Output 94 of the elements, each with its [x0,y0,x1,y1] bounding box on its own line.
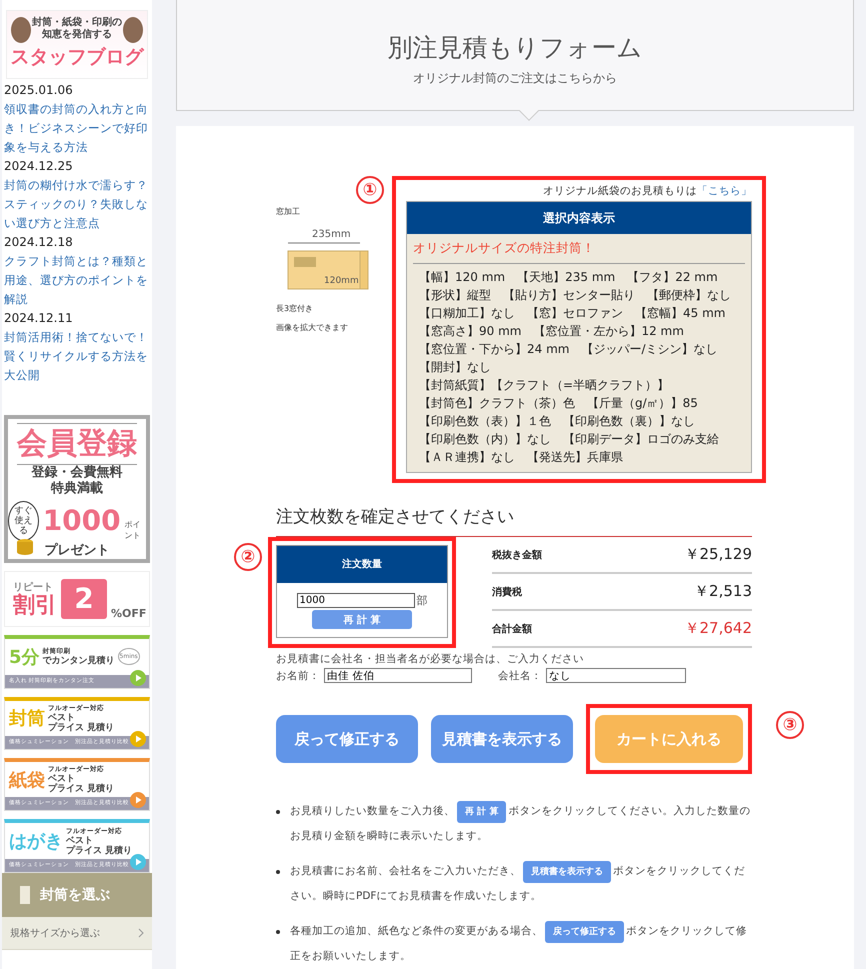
spec-line: 【口糊加工】なし 【窓】セロファン 【窓幅】45 mm [419,305,726,322]
field-label: お名前： [276,668,320,682]
callout-number: ① [356,176,384,204]
points-unit: ポイント [124,518,142,541]
paper-bag-note: オリジナル紙袋のお見積もりは「こちら」 [542,184,752,198]
spec-line: 【窓位置・下から】24 mm 【ジッパー/ミシン】なし [419,341,719,358]
banner-main-text: プライス 見積り [48,722,114,733]
banner-title: 会員登録 [17,422,137,465]
blog-banner[interactable]: 封筒・紙袋・印刷の 知恵を発信する スタッフブログ [6,10,148,79]
banner-text: 登録・会費無料 [32,464,122,481]
here-link[interactable]: 「こちら」 [697,185,752,197]
instruction-text: 各種加工の追加、紙色など条件の変更がある場合、 戻って修正する ボタンをクリックして修正をお願いいたします。 [290,919,752,969]
post-link[interactable]: 領収書の封筒の入れ方と向き！ビジネスシーンで好印象を与える方法 [4,100,150,157]
post-link[interactable]: 封筒活用術！捨てないで！賢くリサイクルする方法を大公開 [4,328,150,385]
quantity-field[interactable]: 1000 [296,593,414,608]
banner-text: リピート [13,580,54,593]
quantity-title: 注文数量 [277,546,447,583]
spec-line: 【開封】なし [419,359,492,376]
banner-sub-text: ベスト [48,774,76,784]
price-label: 税抜き金額 [492,548,542,562]
price-label: 消費税 [492,586,522,598]
action-button[interactable]: 戻って修正する [276,715,418,763]
play-icon [130,670,146,686]
banner-text: 封筒・紙袋・印刷の [32,17,122,28]
inline-button[interactable]: 戻って修正する [545,921,624,943]
selection-headline: オリジナルサイズの特注封筒！ [413,240,745,264]
envelope-icon [20,886,30,904]
image-caption: 長3窓付き [276,303,314,314]
spec-line: 【印刷色数（内）】なし 【印刷データ】ロゴのみ支給 [419,431,720,448]
spec-line: 【封筒紙質】【クラフト（=半晒クラフト）】 [419,377,670,394]
banner-text: プレゼント [44,542,110,559]
banner-text: 特典満載 [51,480,103,497]
price-value: ￥25,129 [684,545,752,564]
instruction-text: お見積書にお名前、会社名をご入力いただき、 見積書を表示する ボタンをクリックしてください。瞬時にPDFにてお見積書を作成いたします。 [290,859,752,909]
banner-main-text: プライス 見積り [48,784,114,794]
unit-label: 部 [416,593,428,608]
envelope-diagram[interactable]: 235mm 120mm [276,227,372,297]
inline-button[interactable]: 見積書を表示する [523,861,611,883]
company-field[interactable]: なし [546,668,686,683]
name-field[interactable]: 由佳 佐伯 [324,668,472,683]
post-date: 2024.12.25 [4,158,74,175]
play-icon [130,731,146,747]
page-subtitle: オリジナル封筒のご注文はこちらから [413,70,617,87]
banner-sub-text: ベスト [48,712,76,723]
menu-item[interactable]: 規格サイズから選ぶ [2,917,152,950]
chevron-icon [138,928,144,938]
discount-unit: %OFF [111,607,146,620]
bullet-icon [276,870,280,874]
instruction-text: お見積りしたい数量をご入力後、 再 計 算 ボタンをクリックしてください。入力した数量のお見積り金額を瞬時に表示いたします。 [290,799,752,849]
callout-number: ③ [776,711,804,739]
post-link[interactable]: クラフト封筒とは？種類と用途、選び方のポイントを解説 [4,252,150,309]
discount-number: 2 [61,578,107,619]
banner-text: 知恵を発信する [42,29,112,41]
bullet-icon [276,810,280,814]
banner-sub-text: ベスト [66,836,94,846]
banner-big-text: はがき [9,830,63,854]
spec-line: 【封筒色】クラフト（茶）色 【斤量（g/㎡）】85 [419,395,699,412]
post-link[interactable]: 封筒の糊付け水で濡らす？スティックのり？失敗しない選び方と注意点 [4,176,150,233]
selection-title: 選択内容表示 [407,202,751,234]
image-label: 窓加工 [276,206,301,217]
spec-line: 【窓高さ】90 mm 【窓位置・左から】12 mm [419,323,685,340]
zoom-hint: 画像を拡大できます [276,322,349,333]
form-note: お見積書に会社名・担当者名が必要な場合は、ご入力ください [276,652,585,666]
avatar [11,17,31,43]
page-title: 別注見積もりフォーム [388,32,642,64]
play-icon [130,792,146,808]
banner-title: スタッフブログ [10,45,144,70]
spec-line: 【幅】120 mm 【天地】235 mm 【フタ】22 mm [419,269,719,286]
spec-line: 【形状】縦型 【貼り方】センター貼り 【郵便枠】なし [419,287,732,304]
banner-big-text: 封筒 [9,707,45,730]
banner-big-text: 紙袋 [9,768,45,792]
banner-title: 割引 [13,594,57,618]
bullet-icon [276,930,280,934]
price-label: 合計金額 [492,622,532,636]
banner-main-text: プライス 見積り [66,846,132,856]
coins-icon [16,536,34,555]
play-icon [130,854,146,870]
avatar [123,17,143,43]
field-label: 会社名： [498,668,542,682]
menu-title: 封筒を選ぶ [40,886,110,904]
action-button[interactable]: 見積書を表示する [431,715,573,763]
post-date: 2024.12.18 [4,234,74,251]
inline-button[interactable]: 再 計 算 [457,801,506,823]
banner-main-text: でカンタン見積り [42,656,115,666]
section-heading: 注文枚数を確定させてください [276,505,752,537]
banner-big-text: 5分 [9,646,40,669]
price-value: ￥2,513 [694,582,752,601]
post-date: 2025.01.06 [4,82,74,99]
post-date: 2024.12.11 [4,310,74,327]
spec-line: 【印刷色数（表）】１色 【印刷色数（裏）】なし [419,413,696,430]
points-number: 1000 [42,506,121,535]
callout-number: ② [234,543,262,571]
spec-line: 【ＡＲ連携】なし 【発送先】兵庫県 [419,449,624,466]
price-value: ￥27,642 [684,619,752,638]
